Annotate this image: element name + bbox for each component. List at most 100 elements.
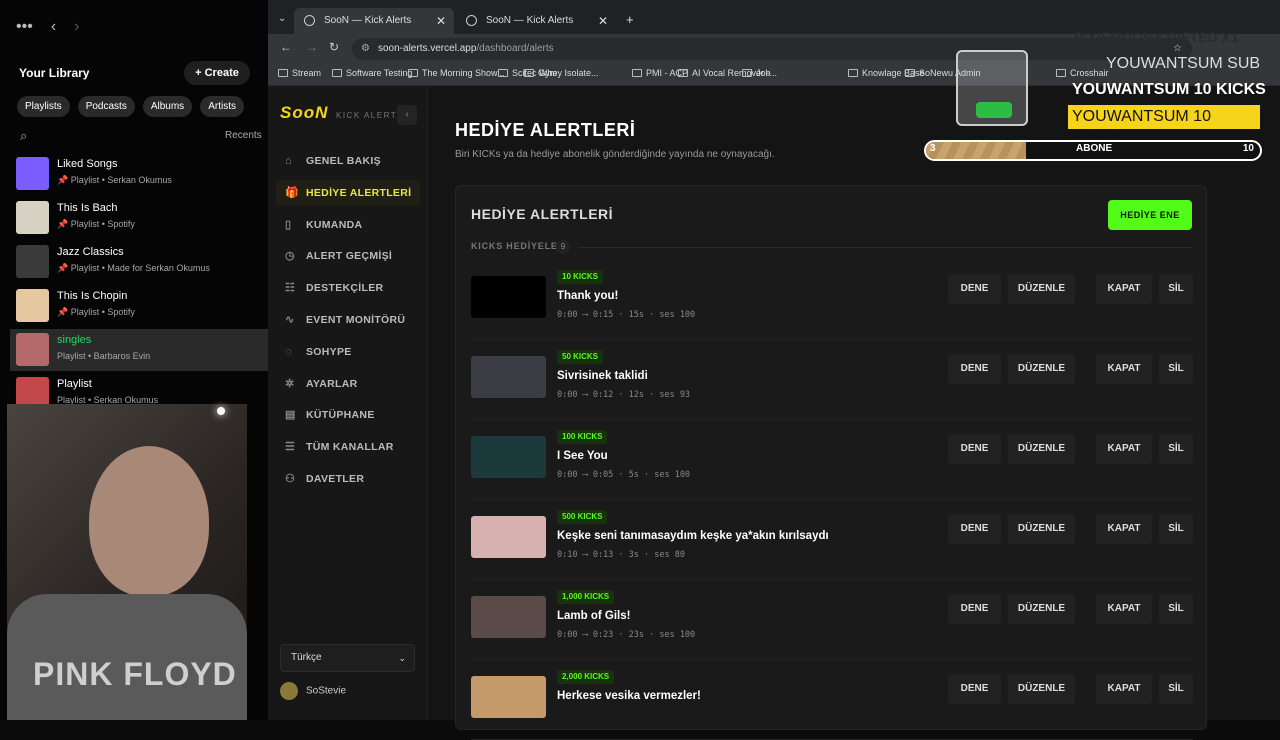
site-info-icon[interactable]: ⚙ bbox=[361, 38, 370, 60]
tab-title: SooN — Kick Alerts bbox=[324, 15, 412, 26]
try-button[interactable]: DENE bbox=[948, 674, 1001, 704]
tab-title: SooN — Kick Alerts bbox=[486, 15, 574, 26]
playlist-cover bbox=[16, 157, 49, 190]
bookmark-item[interactable]: The Morning Show... bbox=[408, 68, 505, 78]
section-label: KICKS HEDİYELERİ bbox=[471, 241, 569, 251]
close-button[interactable]: KAPAT bbox=[1096, 354, 1152, 384]
back-icon[interactable]: ← bbox=[280, 40, 292, 54]
try-button[interactable]: DENE bbox=[948, 434, 1001, 464]
gem-pile bbox=[976, 102, 1012, 118]
edit-button[interactable]: DÜZENLE bbox=[1008, 434, 1075, 464]
user-profile[interactable]: SoStevie bbox=[280, 682, 346, 701]
nav-item[interactable]: ⌂ GENEL BAKIŞ bbox=[276, 148, 420, 174]
nav-item[interactable]: ∿ EVENT MONİTÖRÜ bbox=[276, 307, 420, 333]
try-button[interactable]: DENE bbox=[948, 274, 1001, 304]
playlist-name: singles bbox=[57, 334, 92, 346]
playlist-name: This Is Chopin bbox=[57, 290, 128, 302]
library-item[interactable]: This Is Chopin 📌 Playlist • Spotify bbox=[10, 285, 268, 327]
library-item[interactable]: Jazz Classics 📌 Playlist • Made for Serka… bbox=[10, 241, 268, 283]
tab-kick-alerts-2[interactable]: SooN — Kick Alerts ✕ bbox=[456, 8, 616, 34]
delete-button[interactable]: SİL bbox=[1159, 594, 1193, 624]
more-icon[interactable]: ••• bbox=[16, 18, 33, 36]
edit-button[interactable]: DÜZENLE bbox=[1008, 674, 1075, 704]
chip-playlists[interactable]: Playlists bbox=[17, 96, 70, 117]
nav-item[interactable]: ✲ AYARLAR bbox=[276, 371, 420, 397]
nav-item[interactable]: ◷ ALERT GEÇMİŞİ bbox=[276, 243, 420, 269]
shirt-print: PINK FLOYD bbox=[33, 656, 237, 692]
nav-item[interactable]: ▯ KUMANDA bbox=[276, 212, 420, 238]
delete-button[interactable]: SİL bbox=[1159, 354, 1193, 384]
delete-button[interactable]: SİL bbox=[1159, 674, 1193, 704]
collapse-sidebar-button[interactable]: ‹ bbox=[397, 105, 417, 125]
try-button[interactable]: DENE bbox=[948, 354, 1001, 384]
delete-button[interactable]: SİL bbox=[1159, 274, 1193, 304]
language-select[interactable]: Türkçe ⌄ bbox=[280, 644, 415, 672]
logo-subtitle: KICK ALERTS bbox=[336, 111, 404, 120]
delete-button[interactable]: SİL bbox=[1159, 514, 1193, 544]
edit-button[interactable]: DÜZENLE bbox=[1008, 274, 1075, 304]
alert-thumbnail[interactable] bbox=[471, 276, 546, 318]
new-tab-icon[interactable]: + bbox=[626, 12, 634, 27]
nav-icon: ◌ bbox=[285, 345, 292, 358]
send-gift-button[interactable]: HEDİYE ENE bbox=[1108, 200, 1192, 230]
bookmark-item[interactable]: Crosshair bbox=[1056, 68, 1109, 78]
alert-name: Sivrisinek taklidi bbox=[557, 370, 648, 382]
close-tab-icon[interactable]: ✕ bbox=[436, 8, 446, 34]
library-item[interactable]: singles Playlist • Barbaros Evin bbox=[10, 329, 268, 371]
playlist-meta: 📌 Playlist • Made for Serkan Okumus bbox=[57, 263, 210, 274]
chip-albums[interactable]: Albums bbox=[142, 96, 193, 117]
search-icon[interactable]: ⌕ bbox=[20, 128, 27, 144]
alert-thumbnail[interactable] bbox=[471, 596, 546, 638]
edit-button[interactable]: DÜZENLE bbox=[1008, 594, 1075, 624]
back-icon[interactable]: ‹ bbox=[51, 18, 56, 36]
playlist-meta: 📌 Playlist • Spotify bbox=[57, 219, 135, 230]
close-button[interactable]: KAPAT bbox=[1096, 514, 1152, 544]
nav-item[interactable]: 🎁 HEDİYE ALERTLERİ bbox=[276, 179, 420, 206]
alert-row: 50 KICKS Sivrisinek taklidi 0:00 ⟶ 0:12 · … bbox=[471, 348, 1193, 420]
delete-button[interactable]: SİL bbox=[1159, 434, 1193, 464]
soon-logo[interactable]: SooN bbox=[280, 103, 328, 123]
nav-item[interactable]: ▤ KÜTÜPHANE bbox=[276, 402, 420, 428]
close-button[interactable]: KAPAT bbox=[1096, 274, 1152, 304]
kicks-badge: 50 KICKS bbox=[557, 350, 604, 364]
chip-artists[interactable]: Artists bbox=[200, 96, 244, 117]
close-button[interactable]: KAPAT bbox=[1096, 594, 1152, 624]
forward-icon[interactable]: › bbox=[74, 18, 79, 36]
bookmark-item[interactable]: Software Testing bbox=[332, 68, 412, 78]
alert-thumbnail[interactable] bbox=[471, 676, 546, 718]
alert-thumbnail[interactable] bbox=[471, 356, 546, 398]
alert-thumbnail[interactable] bbox=[471, 436, 546, 478]
tab-kick-alerts-1[interactable]: SooN — Kick Alerts ✕ bbox=[294, 8, 454, 34]
playlist-owner: Playlist • Barbaros Evin bbox=[57, 351, 151, 361]
url-host: soon-alerts.vercel.app bbox=[378, 43, 477, 54]
address-bar[interactable]: ⚙ soon-alerts.vercel.app/dashboard/alert… bbox=[352, 38, 1192, 60]
create-button[interactable]: + Create bbox=[184, 61, 250, 85]
nav-item[interactable]: ☷ DESTEKÇİLER bbox=[276, 275, 420, 301]
close-button[interactable]: KAPAT bbox=[1096, 674, 1152, 704]
close-button[interactable]: KAPAT bbox=[1096, 434, 1152, 464]
nav-icon: ⌂ bbox=[285, 155, 292, 167]
alert-thumbnail[interactable] bbox=[471, 516, 546, 558]
forward-icon[interactable]: → bbox=[306, 40, 318, 54]
library-item[interactable]: This Is Bach 📌 Playlist • Spotify bbox=[10, 197, 268, 239]
nav-item[interactable]: ⚇ DAVETLER bbox=[276, 466, 420, 492]
try-button[interactable]: DENE bbox=[948, 594, 1001, 624]
library-item[interactable]: Liked Songs 📌 Playlist • Serkan Okumus bbox=[10, 153, 268, 195]
tab-search-icon[interactable]: ⌄ bbox=[278, 13, 286, 24]
chip-podcasts[interactable]: Podcasts bbox=[77, 96, 135, 117]
bookmark-item[interactable]: Stream bbox=[278, 68, 321, 78]
bookmark-item[interactable]: Job bbox=[742, 68, 771, 78]
alert-name: Lamb of Gils! bbox=[557, 610, 631, 622]
reload-icon[interactable]: ↻ bbox=[329, 40, 339, 54]
spotify-nav: ••• ‹ › bbox=[16, 18, 79, 36]
nav-item[interactable]: ◌ SOHYPE bbox=[276, 339, 420, 365]
edit-button[interactable]: DÜZENLE bbox=[1008, 514, 1075, 544]
try-button[interactable]: DENE bbox=[948, 514, 1001, 544]
bookmark-label: Software Testing bbox=[346, 68, 413, 78]
bookmark-item[interactable]: Gym bbox=[524, 68, 557, 78]
edit-button[interactable]: DÜZENLE bbox=[1008, 354, 1075, 384]
sort-recents[interactable]: Recents bbox=[225, 130, 262, 141]
library-title: Your Library bbox=[19, 66, 90, 80]
nav-item[interactable]: ☰ TÜM KANALLAR bbox=[276, 434, 420, 460]
close-tab-icon[interactable]: ✕ bbox=[598, 8, 608, 34]
